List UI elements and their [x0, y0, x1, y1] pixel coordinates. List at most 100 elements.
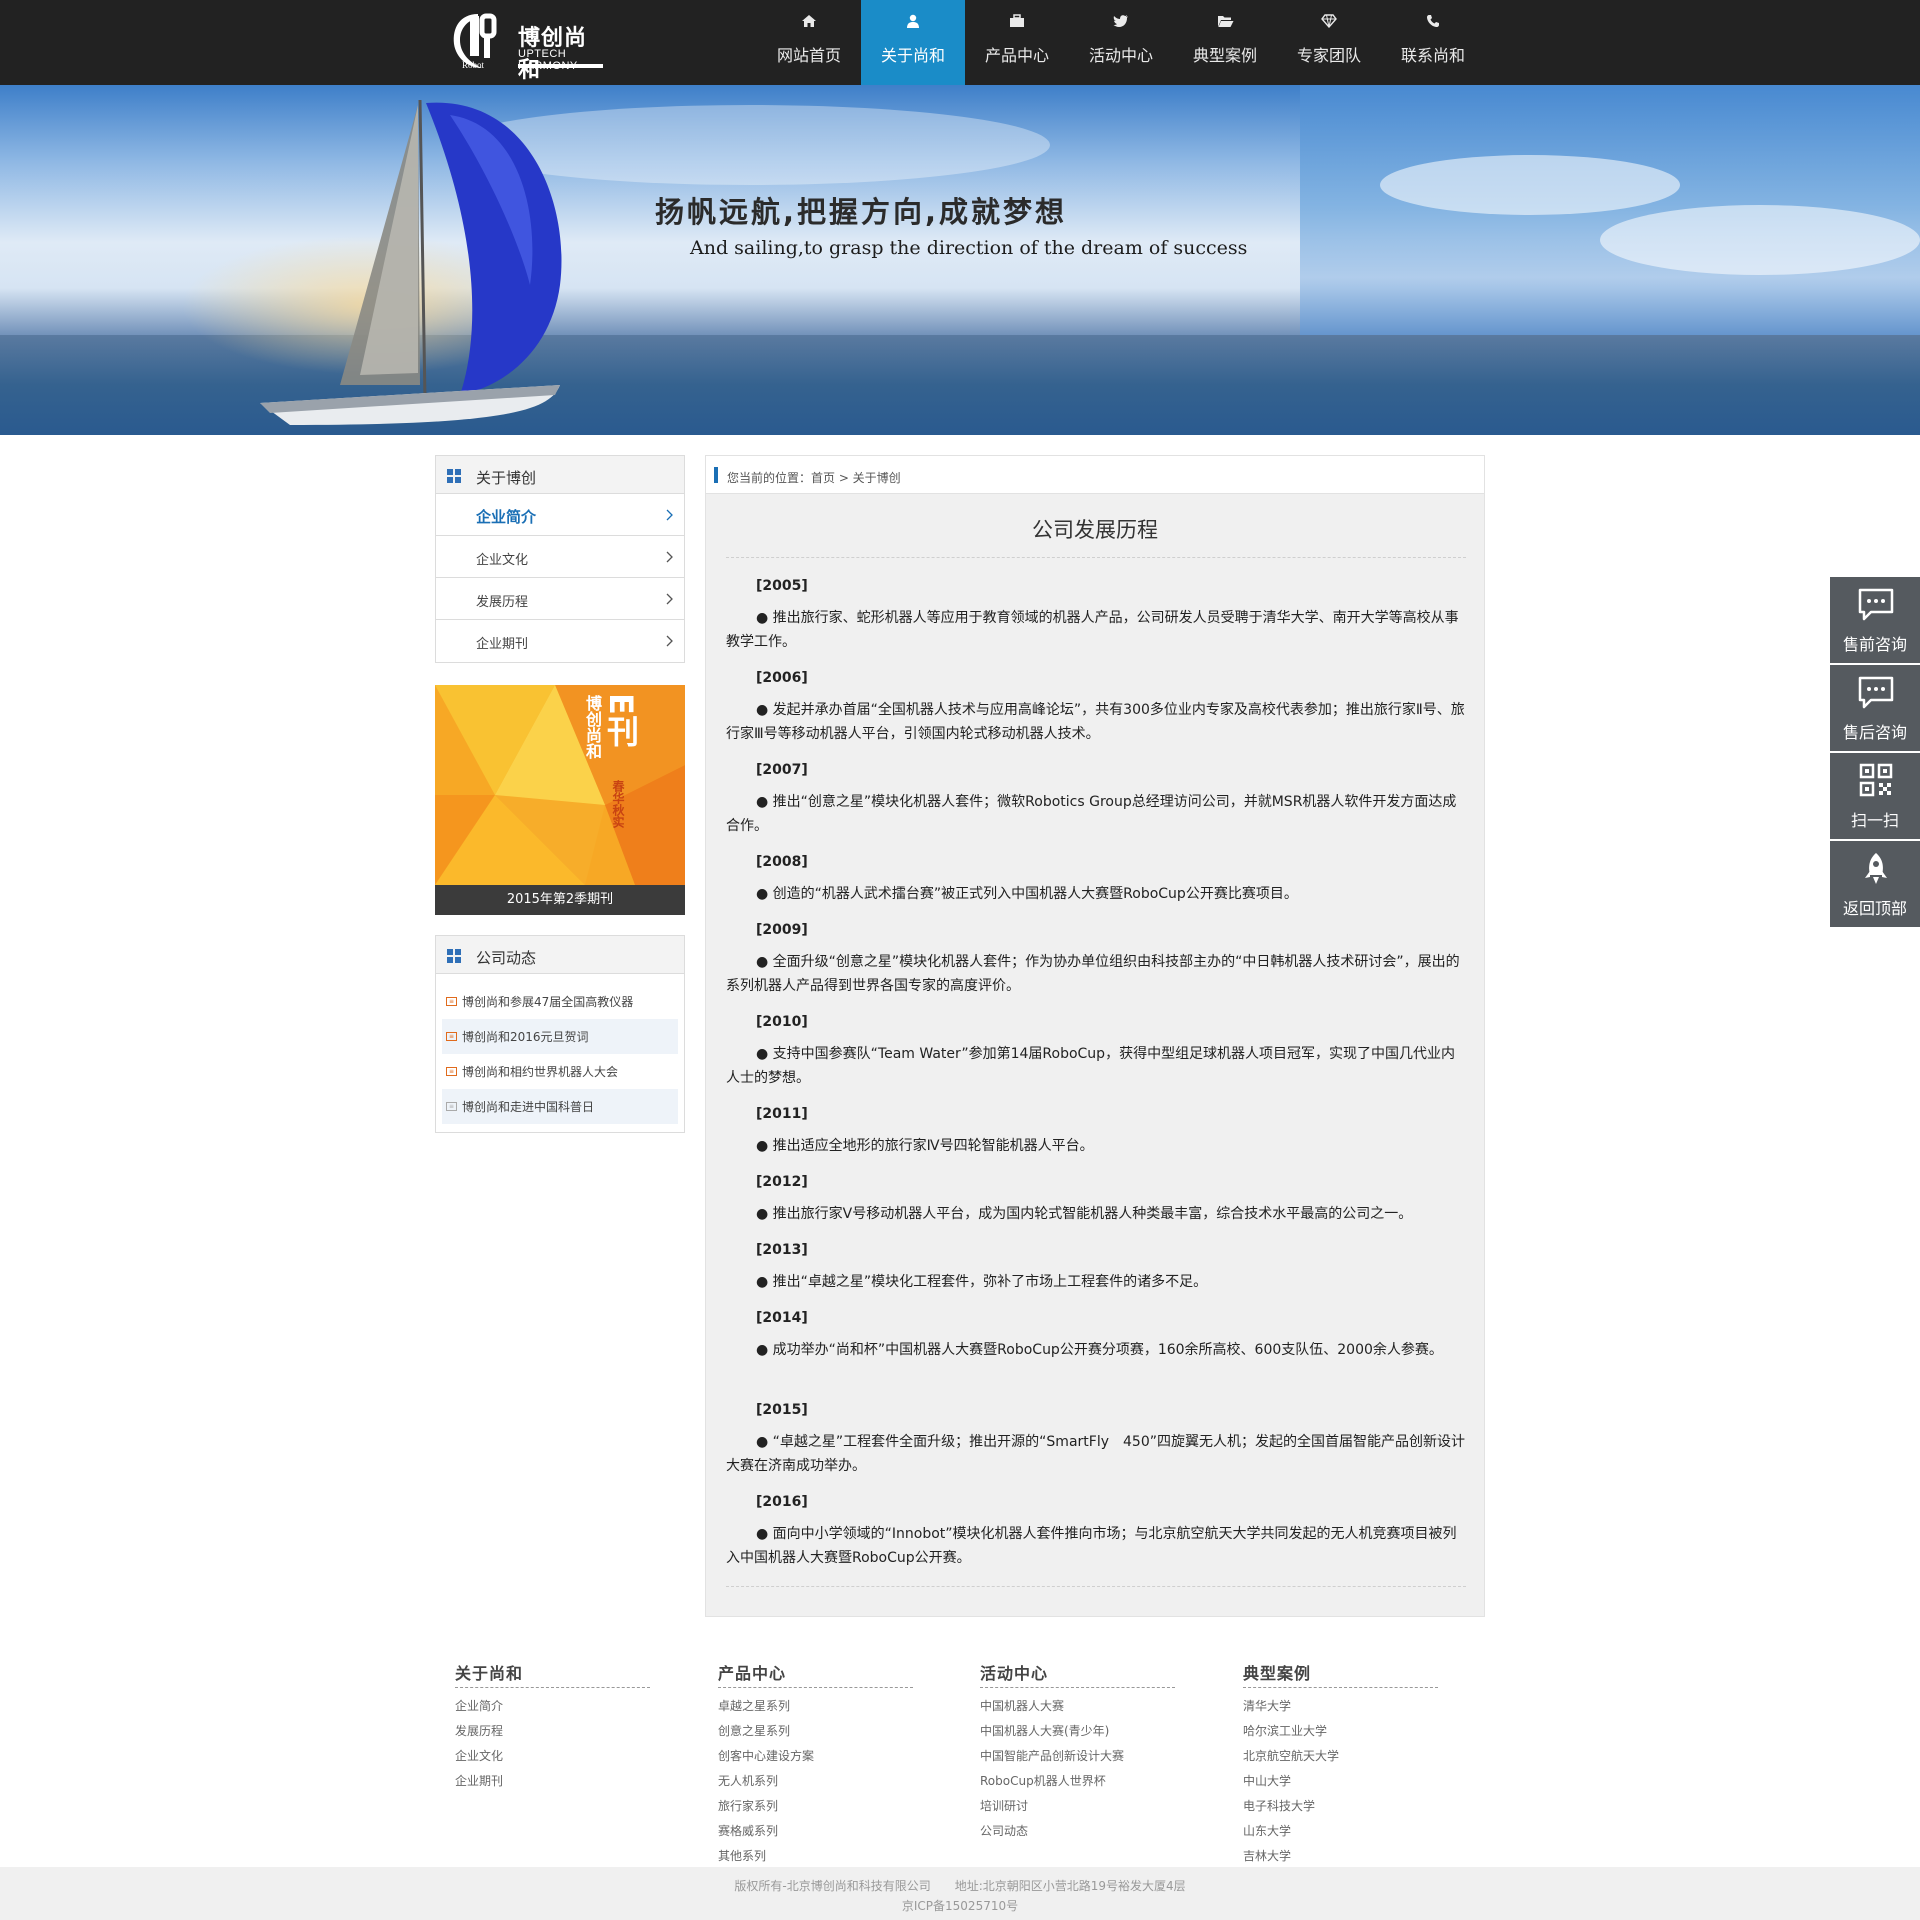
footer-column-about: 关于尚和 企业简介 发展历程 企业文化 企业期刊: [455, 1660, 650, 1794]
timeline-year: [2011]: [756, 1106, 808, 1122]
footer-link[interactable]: 电子科技大学: [1243, 1794, 1438, 1819]
footer-link[interactable]: 中国机器人大赛(青少年): [980, 1719, 1175, 1744]
nav-item-cases[interactable]: 典型案例: [1173, 0, 1277, 85]
hero-banner: 扬帆远航,把握方向,成就梦想 And sailing,to grasp the …: [0, 85, 1920, 435]
footer-column-title: 活动中心: [980, 1660, 1175, 1688]
footer-link[interactable]: 企业期刊: [455, 1769, 650, 1794]
qr-code-icon: [1859, 763, 1893, 797]
nav-item-contact[interactable]: 联系尚和: [1381, 0, 1485, 85]
news-item[interactable]: ≡ 博创尚和参展47届全国高教仪器: [442, 984, 678, 1019]
news-icon-grey: ≡: [446, 1102, 457, 1111]
timeline-text: ● 创造的“机器人武术擂台赛”被正式列入中国机器人大赛暨RoboCup公开赛比赛…: [756, 886, 1298, 902]
grid-icon: [447, 469, 461, 483]
copyright-bar: 版权所有-北京博创尚和科技有限公司 地址:北京朝阳区小营北路19号裕发大厦4层 …: [0, 1867, 1920, 1920]
footer-link[interactable]: 北京航空航天大学: [1243, 1744, 1438, 1769]
news-item-label: 博创尚和2016元旦贺词: [462, 1030, 589, 1044]
news-item-label: 博创尚和参展47届全国高教仪器: [462, 995, 634, 1009]
footer-link[interactable]: 山东大学: [1243, 1819, 1438, 1844]
nav-label: 联系尚和: [1400, 46, 1465, 65]
footer-link[interactable]: 创客中心建设方案: [718, 1744, 913, 1769]
chat-icon: [1858, 676, 1894, 709]
nav-item-products[interactable]: 产品中心: [965, 0, 1069, 85]
footer-link[interactable]: 清华大学: [1243, 1694, 1438, 1719]
float-label: 扫一扫: [1850, 811, 1899, 830]
sidebar-item-intro[interactable]: 企业简介: [436, 494, 684, 536]
journal-cover-graphic: [435, 685, 685, 885]
footer-link[interactable]: 其他系列: [718, 1844, 913, 1869]
sidebar-item-label: 企业文化: [476, 553, 529, 568]
nav-item-about[interactable]: 关于尚和: [861, 0, 965, 85]
sidebar-news-title: 公司动态: [476, 949, 537, 967]
chevron-right-icon: [666, 593, 673, 605]
copyright-text: 版权所有-北京博创尚和科技有限公司 地址:北京朝阳区小营北路19号裕发大厦4层: [734, 1879, 1186, 1893]
logo-underline: [518, 64, 603, 68]
phone-icon: [1381, 14, 1485, 30]
timeline-text: ● 推出“卓越之星”模块化工程套件，弥补了市场上工程套件的诸多不足。: [756, 1274, 1208, 1290]
logo-mark-text: Robot: [462, 60, 485, 70]
journal-caption: 2015年第2季期刊: [435, 885, 685, 915]
presale-consult-button[interactable]: 售前咨询: [1830, 577, 1920, 665]
timeline-text: ● 全面升级“创意之星”模块化机器人套件；作为协办单位组织由科技部主办的“中日韩…: [726, 954, 1460, 994]
footer-link[interactable]: 中国机器人大赛: [980, 1694, 1175, 1719]
footer-link[interactable]: 旅行家系列: [718, 1794, 913, 1819]
footer-link[interactable]: 公司动态: [980, 1819, 1175, 1844]
nav-item-activities[interactable]: 活动中心: [1069, 0, 1173, 85]
folder-open-icon: [1173, 14, 1277, 30]
nav-label: 专家团队: [1296, 46, 1361, 65]
banner-cloud: [1380, 155, 1680, 215]
home-icon: [757, 14, 861, 30]
banner-title: 扬帆远航,把握方向,成就梦想: [655, 195, 1068, 229]
news-item[interactable]: ≡ 博创尚和2016元旦贺词: [442, 1019, 678, 1054]
footer-link[interactable]: 卓越之星系列: [718, 1694, 913, 1719]
footer-link[interactable]: 培训研讨: [980, 1794, 1175, 1819]
nav-item-home[interactable]: 网站首页: [757, 0, 861, 85]
footer-column-activities: 活动中心 中国机器人大赛 中国机器人大赛(青少年) 中国智能产品创新设计大赛 R…: [980, 1660, 1175, 1844]
sidebar-item-journal[interactable]: 企业期刊: [436, 620, 684, 662]
nav-label: 产品中心: [984, 46, 1049, 65]
footer-link[interactable]: 企业文化: [455, 1744, 650, 1769]
timeline-text: ● 发起并承办首届“全国机器人技术与应用高峰论坛”，共有300多位业内专家及高校…: [726, 702, 1465, 742]
timeline-text: ● 支持中国参赛队“Team Water”参加第14届RoboCup，获得中型组…: [726, 1046, 1456, 1086]
news-item[interactable]: ≡ 博创尚和走进中国科普日: [442, 1089, 678, 1124]
news-item-label: 博创尚和相约世界机器人大会: [462, 1065, 619, 1079]
sidebar-item-label: 企业期刊: [476, 637, 529, 652]
float-label: 售前咨询: [1842, 635, 1907, 654]
icp-text[interactable]: 京ICP备15025710号: [0, 1897, 1920, 1914]
footer-column-products: 产品中心 卓越之星系列 创意之星系列 创客中心建设方案 无人机系列 旅行家系列 …: [718, 1660, 913, 1869]
footer-link[interactable]: RoboCup机器人世界杯: [980, 1769, 1175, 1794]
footer-link[interactable]: 吉林大学: [1243, 1844, 1438, 1869]
journal-cover-season: 春华秋实: [611, 780, 625, 828]
footer-link[interactable]: 无人机系列: [718, 1769, 913, 1794]
floating-service-bar: 售前咨询 售后咨询 扫一扫 返回顶部: [1830, 577, 1920, 929]
footer-link[interactable]: 中山大学: [1243, 1769, 1438, 1794]
logo[interactable]: Robot 博创尚和 UPTECH HARMONY: [448, 10, 608, 83]
footer-link[interactable]: 创意之星系列: [718, 1719, 913, 1744]
footer-column-cases: 典型案例 清华大学 哈尔滨工业大学 北京航空航天大学 中山大学 电子科技大学 山…: [1243, 1660, 1438, 1869]
footer-link[interactable]: 中国智能产品创新设计大赛: [980, 1744, 1175, 1769]
journal-cover-card[interactable]: 博创尚和 E刊 春华秋实 2015年第2季期刊: [435, 685, 685, 915]
footer-column-title: 典型案例: [1243, 1660, 1438, 1688]
float-label: 售后咨询: [1842, 723, 1907, 742]
back-to-top-button[interactable]: 返回顶部: [1830, 841, 1920, 929]
sidebar-item-label: 发展历程: [476, 595, 529, 610]
news-item[interactable]: ≡ 博创尚和相约世界机器人大会: [442, 1054, 678, 1089]
header: Robot 博创尚和 UPTECH HARMONY 网站首页 关于尚和 产品中心: [0, 0, 1920, 85]
breadcrumb-bar: 您当前的位置：首页 > 关于博创: [706, 456, 1484, 494]
aftersale-consult-button[interactable]: 售后咨询: [1830, 665, 1920, 753]
footer-link[interactable]: 赛格威系列: [718, 1819, 913, 1844]
footer-link[interactable]: 哈尔滨工业大学: [1243, 1719, 1438, 1744]
timeline-year: [2014]: [756, 1310, 808, 1326]
timeline-text: ● “卓越之星”工程套件全面升级；推出开源的“SmartFly 450”四旋翼无…: [726, 1434, 1465, 1474]
nav-item-experts[interactable]: 专家团队: [1277, 0, 1381, 85]
scan-qr-button[interactable]: 扫一扫: [1830, 753, 1920, 841]
breadcrumb[interactable]: 您当前的位置：首页 > 关于博创: [727, 469, 901, 486]
journal-cover-big: E刊: [602, 693, 640, 747]
briefcase-icon: [965, 14, 1069, 30]
sidebar-item-history[interactable]: 发展历程: [436, 578, 684, 620]
timeline-year: [2005]: [756, 578, 808, 594]
footer-link[interactable]: 企业简介: [455, 1694, 650, 1719]
timeline-year: [2015]: [756, 1402, 808, 1418]
footer-link[interactable]: 发展历程: [455, 1719, 650, 1744]
news-icon: ≡: [446, 1032, 457, 1041]
sidebar-item-culture[interactable]: 企业文化: [436, 536, 684, 578]
